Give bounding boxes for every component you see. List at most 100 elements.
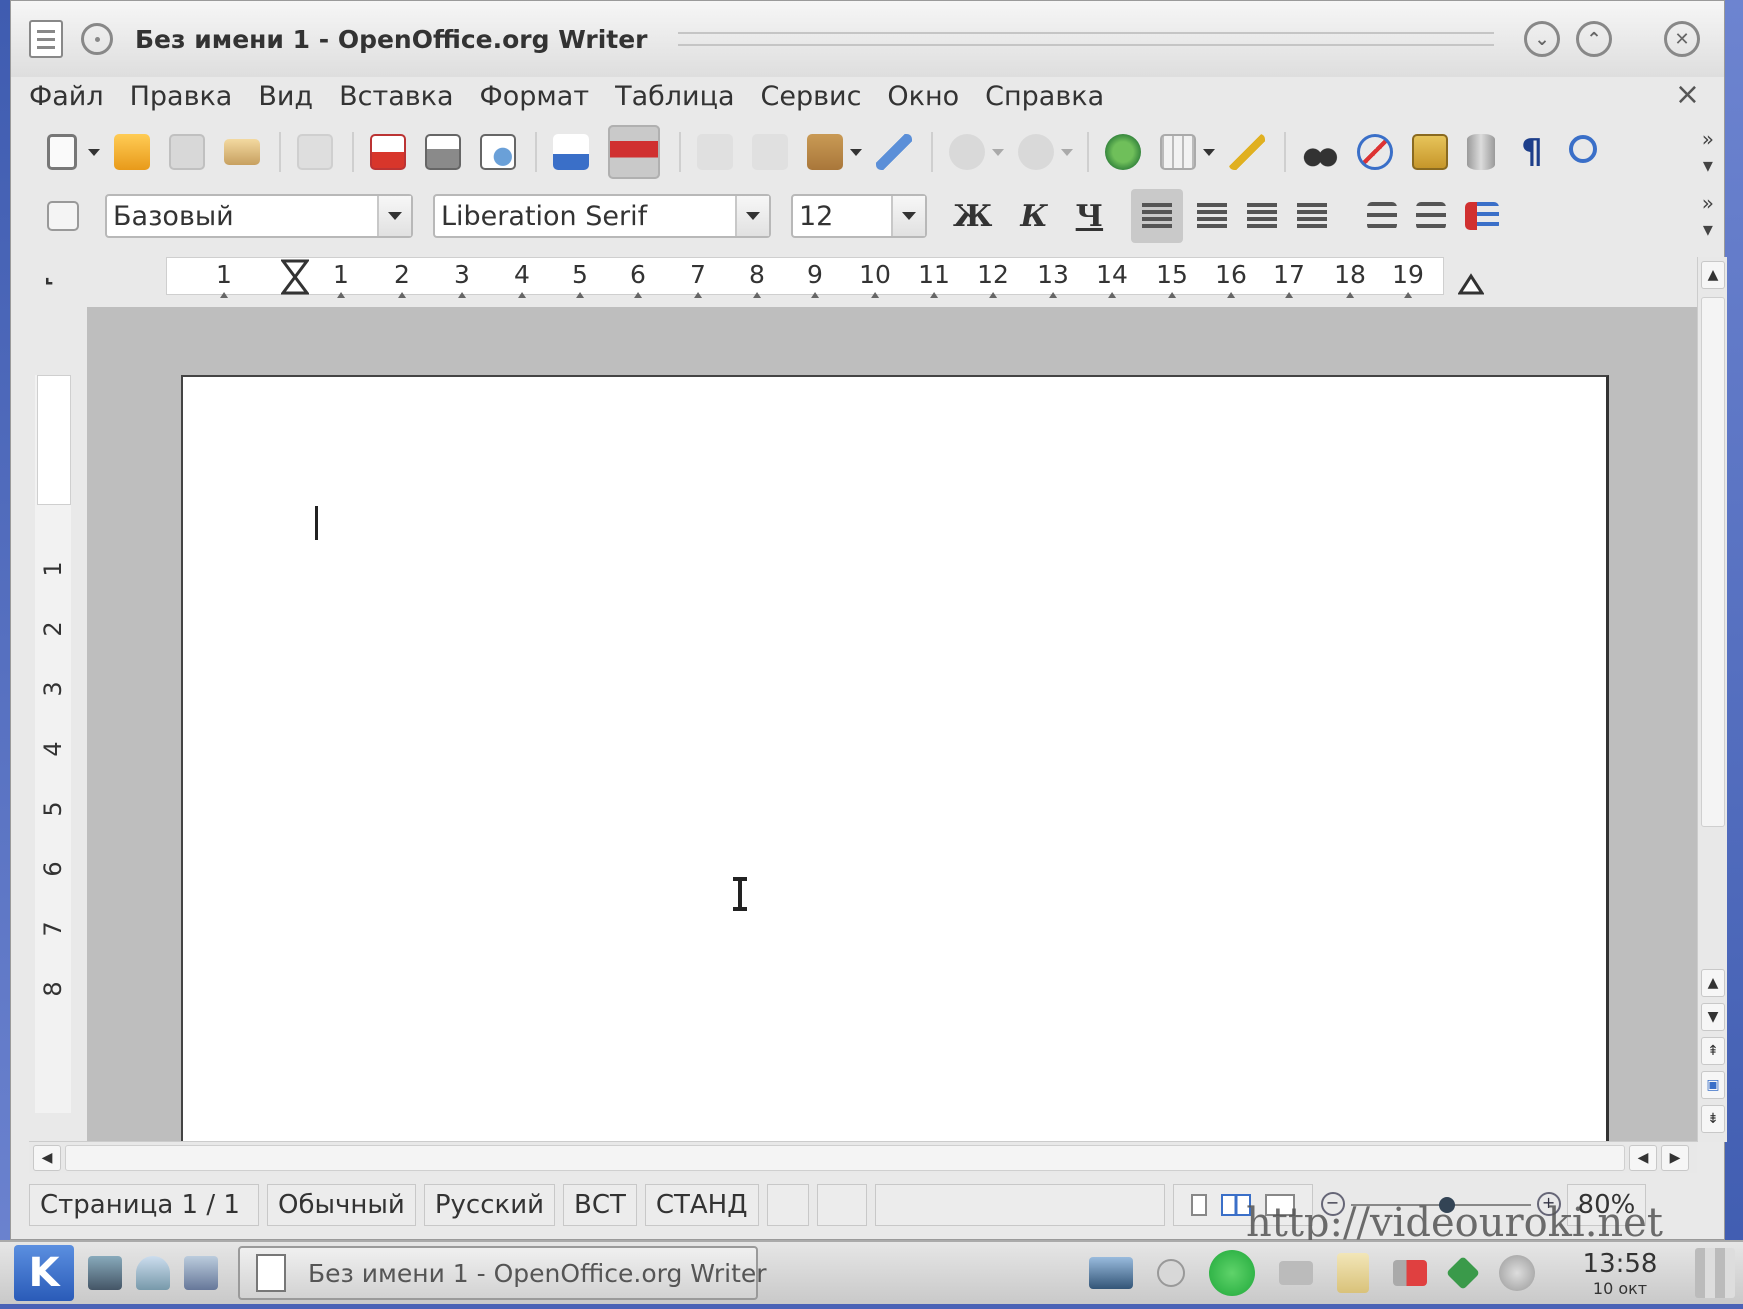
align-left-button[interactable] [1131, 189, 1184, 243]
status-language[interactable]: Русский [423, 1184, 555, 1226]
cut-icon[interactable] [697, 134, 733, 170]
redo-icon[interactable] [1018, 134, 1054, 170]
menu-format[interactable]: Формат [480, 81, 590, 112]
scroll-right-button[interactable]: ▶ [1661, 1145, 1689, 1171]
taskbar-writer-window-button[interactable]: Без имени 1 - OpenOffice.org Writer [238, 1246, 767, 1300]
underline-button[interactable]: Ч [1076, 199, 1103, 234]
network-monitor-icon[interactable] [1089, 1257, 1133, 1289]
toolbar-more-button[interactable]: » ▾ [1702, 190, 1714, 242]
bold-button[interactable]: Ж [953, 199, 992, 234]
find-replace-icon[interactable] [1302, 134, 1338, 170]
chevron-down-icon[interactable] [735, 196, 769, 236]
save-icon[interactable] [169, 134, 205, 170]
spellcheck-icon[interactable] [553, 134, 589, 170]
status-page-number[interactable]: Страница 1 / 1 [29, 1184, 259, 1226]
system-info-icon[interactable] [1499, 1255, 1535, 1291]
copy-icon[interactable] [752, 134, 788, 170]
font-name-combo[interactable]: Liberation Serif [433, 194, 771, 238]
tab-stop-selector[interactable]: ⌞ [29, 257, 69, 293]
k-menu-button[interactable]: K [14, 1245, 74, 1301]
minimize-button[interactable]: ⌄ [1524, 21, 1560, 57]
horizontal-scroll-thumb[interactable] [65, 1145, 1625, 1171]
keyboard-layout-icon[interactable] [1279, 1261, 1313, 1285]
autospellcheck-icon[interactable] [608, 125, 660, 179]
print-icon[interactable] [425, 134, 461, 170]
clipboard-icon[interactable] [1337, 1253, 1369, 1293]
volume-muted-icon[interactable] [1393, 1260, 1427, 1286]
navigation-button[interactable]: ▣ [1701, 1071, 1725, 1099]
maximize-button[interactable]: ⌃ [1576, 21, 1612, 57]
undo-icon[interactable] [949, 134, 985, 170]
single-page-view-icon[interactable] [1190, 1194, 1207, 1216]
hyperlink-icon[interactable] [1105, 134, 1141, 170]
paragraph-style-combo[interactable]: Базовый [105, 194, 413, 238]
menu-window[interactable]: Окно [887, 81, 959, 112]
scroll-left-end-button[interactable]: ◀ [1629, 1145, 1657, 1171]
status-selection-mode[interactable]: СТАНД [644, 1184, 759, 1226]
paste-icon[interactable] [807, 134, 843, 170]
document-canvas[interactable] [87, 307, 1697, 1142]
tray-expand-icon[interactable] [1157, 1259, 1185, 1287]
menu-file[interactable]: Файл [29, 81, 104, 112]
pin-window-icon[interactable] [81, 23, 113, 55]
writer-app-icon[interactable] [29, 20, 63, 58]
email-icon[interactable] [224, 139, 260, 165]
open-folder-icon[interactable] [114, 134, 150, 170]
new-document-icon[interactable] [47, 134, 77, 170]
status-document-modified[interactable] [766, 1184, 809, 1226]
edit-file-icon[interactable] [297, 134, 333, 170]
table-icon[interactable] [1160, 134, 1196, 170]
horizontal-scrollbar[interactable]: ◀ ◀ ▶ [29, 1141, 1697, 1173]
italic-button[interactable]: К [1020, 199, 1047, 234]
numbering-icon[interactable] [1367, 202, 1398, 230]
scroll-down-button[interactable]: ▼ [1701, 1003, 1725, 1031]
redo-dropdown-arrow[interactable] [1061, 148, 1073, 156]
file-manager-icon[interactable] [136, 1256, 170, 1290]
styles-formatting-icon[interactable] [47, 201, 79, 231]
close-window-button[interactable]: ✕ [1664, 21, 1700, 57]
decrease-indent-icon[interactable] [1465, 202, 1500, 230]
system-settings-icon[interactable] [184, 1256, 218, 1290]
first-line-indent-marker[interactable] [281, 259, 309, 295]
status-page-style[interactable]: Обычный [267, 1184, 416, 1226]
menu-tools[interactable]: Сервис [761, 81, 862, 112]
navigator-icon[interactable] [1357, 134, 1393, 170]
document-page[interactable] [181, 375, 1609, 1142]
align-justify-icon[interactable] [1297, 203, 1328, 229]
nonprinting-chars-icon[interactable]: ¶ [1514, 134, 1550, 170]
menu-view[interactable]: Вид [258, 81, 313, 112]
chevron-down-icon[interactable] [891, 196, 925, 236]
menu-insert[interactable]: Вставка [339, 81, 453, 112]
desktop-pager[interactable] [1695, 1248, 1735, 1298]
toolbar-more-button[interactable]: » ▾ [1702, 126, 1714, 178]
vertical-scroll-thumb[interactable] [1701, 297, 1725, 827]
export-pdf-icon[interactable] [370, 134, 406, 170]
status-insert-mode[interactable]: ВСТ [562, 1184, 637, 1226]
paste-dropdown-arrow[interactable] [850, 148, 862, 156]
table-dropdown-arrow[interactable] [1203, 148, 1215, 156]
menu-table[interactable]: Таблица [615, 81, 734, 112]
bullets-icon[interactable] [1416, 202, 1447, 230]
info-icon[interactable] [1209, 1250, 1255, 1296]
menu-help[interactable]: Справка [985, 81, 1104, 112]
close-document-button[interactable]: × [1675, 77, 1700, 112]
format-paintbrush-icon[interactable] [876, 134, 912, 170]
status-digital-signature[interactable] [816, 1184, 867, 1226]
data-sources-icon[interactable] [1467, 134, 1495, 170]
taskbar-clock[interactable]: 13:58 10 окт [1565, 1249, 1675, 1298]
zoom-icon[interactable] [1569, 135, 1597, 163]
font-size-combo[interactable]: 12 [791, 194, 927, 238]
show-desktop-icon[interactable] [88, 1256, 122, 1290]
vertical-scrollbar[interactable]: ▲ ▲ ▼ ⇞ ▣ ⇟ [1697, 257, 1727, 1142]
scroll-up-button[interactable]: ▲ [1701, 261, 1725, 289]
scroll-up-small-button[interactable]: ▲ [1701, 969, 1725, 997]
update-notifier-icon[interactable] [1446, 1256, 1480, 1290]
align-center-icon[interactable] [1197, 203, 1228, 229]
gallery-icon[interactable] [1412, 134, 1448, 170]
align-right-icon[interactable] [1247, 203, 1278, 229]
right-indent-marker[interactable] [1458, 273, 1484, 295]
title-bar[interactable]: Без имени 1 - OpenOffice.org Writer ⌄ ⌃ … [11, 1, 1724, 77]
new-dropdown-arrow[interactable] [88, 148, 100, 156]
horizontal-ruler[interactable]: 1 1 2 3 4 5 6 7 8 9 10 11 12 13 14 15 16 17 18 19 [166, 257, 1444, 295]
print-preview-icon[interactable] [480, 134, 516, 170]
